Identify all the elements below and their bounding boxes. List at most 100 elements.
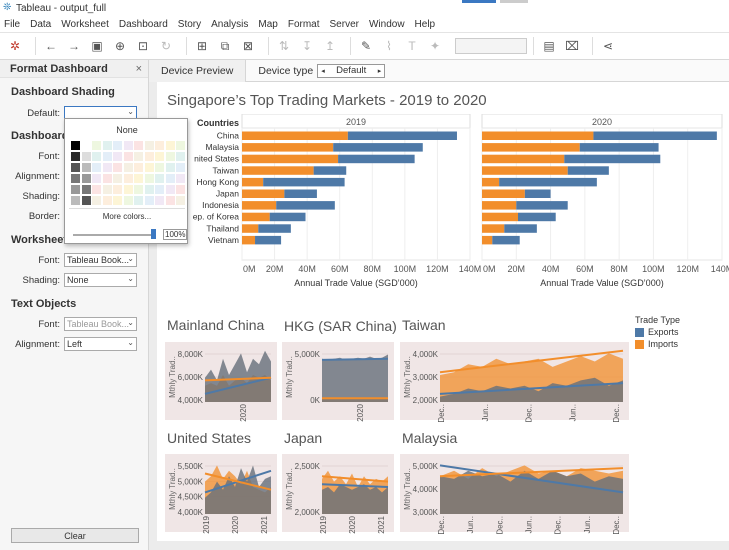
color-swatch[interactable] (102, 141, 112, 150)
color-swatch[interactable] (81, 185, 91, 194)
color-swatch[interactable] (144, 141, 154, 150)
pause-updates-icon[interactable]: ⊡ (134, 37, 152, 55)
duplicate-sheet-icon[interactable]: ⧉ (216, 37, 234, 55)
undo-icon[interactable]: ← (42, 37, 60, 55)
color-swatch[interactable] (155, 174, 164, 183)
color-swatch[interactable] (144, 174, 154, 183)
color-swatch[interactable] (123, 163, 133, 172)
menu-window[interactable]: Window (369, 19, 405, 30)
group-icon[interactable]: ⌇ (380, 37, 398, 55)
device-type-select[interactable]: ◂ Default ▸ (317, 63, 386, 78)
color-swatch[interactable] (176, 174, 185, 183)
ws-font-select[interactable]: Tableau Book... ⌄ (64, 253, 137, 267)
opacity-slider-handle[interactable] (151, 229, 156, 239)
color-swatch[interactable] (113, 185, 122, 194)
color-swatch[interactable] (123, 152, 133, 161)
menu-help[interactable]: Help (415, 19, 436, 30)
color-swatch[interactable] (92, 196, 101, 205)
redo-icon[interactable]: → (65, 37, 83, 55)
color-swatch[interactable] (92, 174, 101, 183)
color-swatch[interactable] (176, 185, 185, 194)
color-swatch[interactable] (123, 141, 133, 150)
save-icon[interactable]: ▣ (88, 37, 106, 55)
menu-server[interactable]: Server (330, 19, 359, 30)
menu-analysis[interactable]: Analysis (211, 19, 248, 30)
menu-data[interactable]: Data (30, 19, 51, 30)
color-swatch[interactable] (71, 163, 80, 172)
color-swatch[interactable] (176, 141, 185, 150)
color-swatch[interactable] (81, 152, 91, 161)
color-swatch[interactable] (113, 152, 122, 161)
legend-item-exports[interactable]: Exports (635, 327, 680, 337)
more-colors-link[interactable]: More colors... (65, 212, 189, 221)
close-icon[interactable]: × (136, 63, 142, 75)
color-swatch[interactable] (71, 185, 80, 194)
color-swatch[interactable] (165, 174, 175, 183)
opacity-slider-track[interactable] (73, 234, 153, 236)
color-swatch[interactable] (144, 185, 154, 194)
menu-story[interactable]: Story (178, 19, 201, 30)
color-swatch[interactable] (155, 163, 164, 172)
color-swatch[interactable] (155, 196, 164, 205)
color-swatch[interactable] (123, 174, 133, 183)
color-swatch[interactable] (102, 163, 112, 172)
sort-asc-icon[interactable]: ↧ (298, 37, 316, 55)
color-swatch[interactable] (81, 174, 91, 183)
color-swatch[interactable] (144, 152, 154, 161)
color-swatch[interactable] (113, 163, 122, 172)
clear-sheet-icon[interactable]: ⊠ (239, 37, 257, 55)
menu-file[interactable]: File (4, 19, 20, 30)
fit-dropdown[interactable] (455, 38, 527, 54)
color-swatch[interactable] (113, 196, 122, 205)
color-swatch[interactable] (81, 163, 91, 172)
color-swatch[interactable] (165, 196, 175, 205)
color-swatch[interactable] (71, 196, 80, 205)
color-swatch[interactable] (165, 141, 175, 150)
color-swatch[interactable] (155, 185, 164, 194)
share-icon[interactable]: ⋖ (599, 37, 617, 55)
color-swatch[interactable] (134, 141, 143, 150)
presentation-mode-icon[interactable]: ⌧ (563, 37, 581, 55)
color-swatch[interactable] (71, 174, 80, 183)
labels-icon[interactable]: T (403, 37, 421, 55)
color-swatch[interactable] (92, 152, 101, 161)
color-swatch[interactable] (102, 174, 112, 183)
color-swatch[interactable] (113, 174, 122, 183)
window-control-maximize[interactable] (500, 0, 528, 3)
ws-shading-select[interactable]: None ⌄ (64, 273, 137, 287)
color-swatch[interactable] (134, 174, 143, 183)
highlight-icon[interactable]: ✎ (357, 37, 375, 55)
color-swatch[interactable] (71, 152, 80, 161)
none-color-option[interactable]: None (65, 125, 189, 135)
new-worksheet-icon[interactable]: ⊞ (193, 37, 211, 55)
color-swatch[interactable] (155, 141, 164, 150)
color-swatch[interactable] (113, 141, 122, 150)
color-swatch[interactable] (81, 141, 91, 150)
color-swatch[interactable] (134, 185, 143, 194)
sort-desc-icon[interactable]: ↥ (321, 37, 339, 55)
clear-button[interactable]: Clear (11, 528, 139, 543)
color-swatch[interactable] (144, 163, 154, 172)
show-cards-icon[interactable]: ▤ (540, 37, 558, 55)
color-swatch[interactable] (176, 196, 185, 205)
legend-item-imports[interactable]: Imports (635, 339, 680, 349)
color-swatch[interactable] (165, 185, 175, 194)
color-swatch[interactable] (102, 185, 112, 194)
color-swatch[interactable] (134, 163, 143, 172)
swap-icon[interactable]: ⇅ (275, 37, 293, 55)
menu-worksheet[interactable]: Worksheet (61, 19, 109, 30)
color-swatch[interactable] (92, 163, 101, 172)
color-swatch[interactable] (165, 152, 175, 161)
color-swatch[interactable] (155, 152, 164, 161)
color-swatch[interactable] (176, 163, 185, 172)
color-swatch[interactable] (123, 196, 133, 205)
color-swatch[interactable] (165, 163, 175, 172)
to-alignment-select[interactable]: Left ⌄ (64, 337, 137, 351)
color-swatch[interactable] (102, 152, 112, 161)
color-swatch[interactable] (71, 141, 80, 150)
color-swatch[interactable] (123, 185, 133, 194)
color-swatch[interactable] (81, 196, 91, 205)
new-data-source-icon[interactable]: ⊕ (111, 37, 129, 55)
menu-map[interactable]: Map (258, 19, 277, 30)
color-swatch[interactable] (92, 185, 101, 194)
